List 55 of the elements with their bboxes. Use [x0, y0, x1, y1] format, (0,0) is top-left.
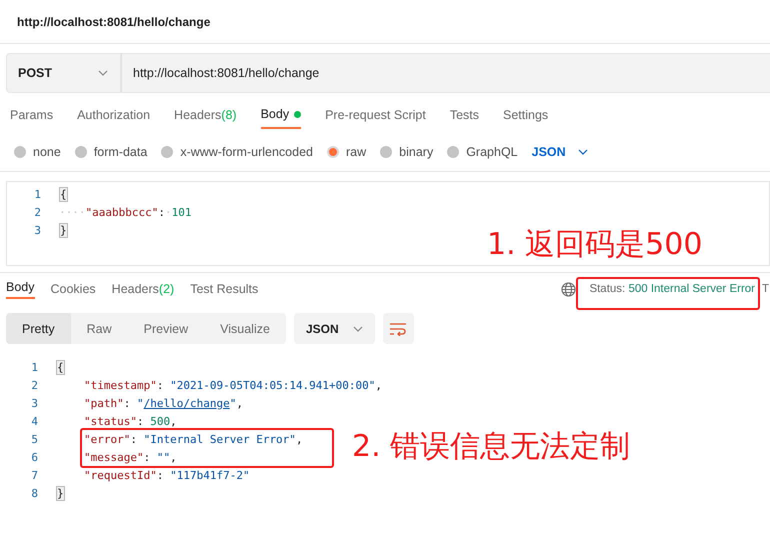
radio-option[interactable]: form-data	[74, 145, 148, 159]
tab[interactable]: Authorization	[77, 100, 150, 130]
line-number: 6	[30, 450, 39, 464]
line-number: 8	[30, 486, 39, 500]
line-number: 2	[30, 378, 39, 392]
view-mode-tab[interactable]: Visualize	[204, 313, 286, 344]
method-dropdown[interactable]: POST	[6, 53, 121, 93]
tab[interactable]: Headers(2)	[112, 277, 174, 301]
format-dropdown[interactable]: JSON	[532, 145, 588, 159]
view-mode-switch[interactable]: Pretty Raw Preview Visualize	[6, 313, 286, 344]
code-line: "requestId": "117b41f7-2"	[83, 468, 250, 482]
radio-option[interactable]: raw	[327, 145, 366, 159]
tab[interactable]: Cookies	[50, 277, 96, 301]
line-number: 5	[30, 432, 39, 446]
tab[interactable]: Settings	[503, 100, 548, 130]
radio-option[interactable]: x-www-form-urlencoded	[161, 145, 313, 159]
view-mode-tab[interactable]: Preview	[128, 313, 204, 344]
radio-option[interactable]: GraphQL	[447, 145, 518, 159]
annotation-text: 1. 返回码是500	[487, 230, 702, 260]
tab[interactable]: Tests	[450, 100, 479, 130]
view-mode-tab[interactable]: Pretty	[6, 313, 71, 344]
tab-label[interactable]: T	[762, 283, 770, 295]
tab[interactable]: Headers(8)	[174, 100, 237, 130]
code-line: "timestamp": "2021-09-05T04:05:14.941+00:00",	[83, 378, 382, 392]
code-line: ····"aaabbbccc":·101	[59, 206, 192, 218]
code-line: "message": "",	[83, 450, 177, 464]
view-mode-tab[interactable]: Raw	[70, 313, 128, 344]
wrap-button[interactable]	[382, 313, 414, 344]
tab[interactable]: Test Results	[190, 277, 258, 301]
code-line: "status": 500,	[83, 414, 177, 428]
line-number: 3	[33, 224, 42, 236]
line-number: 1	[33, 188, 42, 200]
caret-icon	[352, 326, 363, 332]
status-text: Status: 500 Internal Server Error	[589, 283, 755, 295]
tab[interactable]: Body	[260, 101, 302, 129]
tab[interactable]: Body	[6, 277, 34, 299]
radio-option[interactable]: none	[14, 145, 61, 159]
code-line: "error": "Internal Server Error",	[83, 432, 303, 446]
line-number: 3	[30, 396, 39, 410]
globe-icon	[561, 282, 576, 296]
window-title: http://localhost:8081/hello/change	[17, 14, 210, 28]
tab[interactable]: Params	[10, 100, 54, 130]
line-number: 1	[30, 360, 39, 374]
format-dropdown[interactable]: JSON	[294, 313, 375, 344]
line-number: 2	[33, 206, 42, 218]
tab[interactable]: Pre-request Script	[325, 100, 426, 130]
code-line: "path": "/hello/change",	[83, 396, 243, 410]
url-field[interactable]: http://localhost:8081/hello/change	[121, 53, 770, 93]
radio-option[interactable]: binary	[380, 145, 434, 159]
wrap-lines-icon	[389, 322, 408, 336]
line-number: 4	[30, 414, 39, 428]
annotation-text: 2. 错误信息无法定制	[352, 432, 630, 462]
caret-icon	[98, 70, 108, 76]
line-number: 7	[30, 468, 39, 482]
caret-icon	[578, 149, 588, 155]
